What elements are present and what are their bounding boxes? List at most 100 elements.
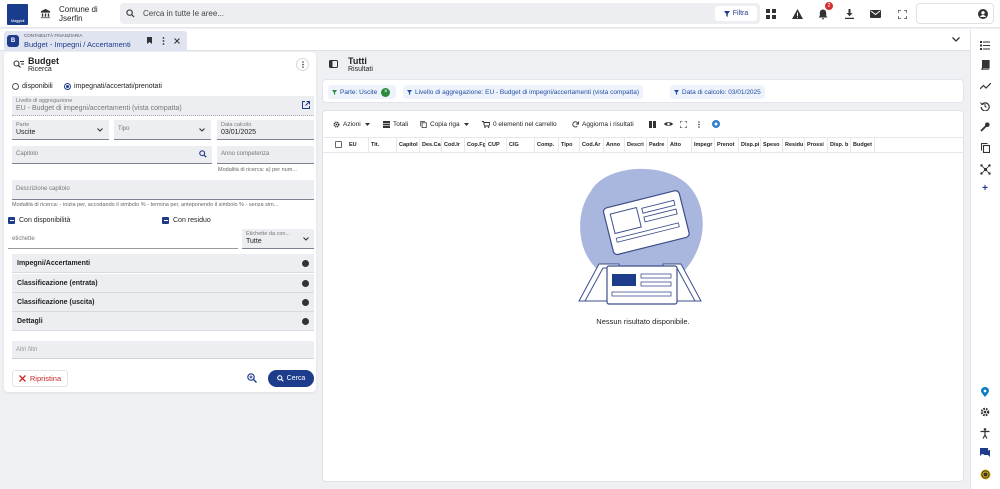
radio-impegnati[interactable]: impegnati/accertati/prenotati xyxy=(64,83,162,90)
chip-livello-aggregazione[interactable]: Livello di aggregazione: EU - Budget di … xyxy=(403,85,644,99)
column-header-descri[interactable]: Descri xyxy=(625,137,647,153)
column-header-tit[interactable]: Tit. xyxy=(369,137,397,153)
copy-icon[interactable] xyxy=(978,141,992,155)
accessibility-icon[interactable] xyxy=(978,426,992,440)
trend-chart-icon[interactable] xyxy=(978,79,992,93)
column-header-capitol[interactable]: Capitol xyxy=(397,137,420,153)
column-header-budget[interactable]: Budget xyxy=(851,137,875,153)
warning-icon[interactable] xyxy=(789,6,805,22)
search-submit-button[interactable]: Cerca xyxy=(268,370,314,387)
descrizione-capitolo-field[interactable]: Descrizione capitolo xyxy=(12,180,314,200)
column-header-cig[interactable]: CIG xyxy=(507,137,535,153)
column-header-comp[interactable]: Comp. xyxy=(535,137,559,153)
etichette-con-label: Etichette da con... xyxy=(246,231,291,237)
tipo-select[interactable]: Tipo xyxy=(114,120,211,140)
column-header-disp-b[interactable]: Disp. b xyxy=(828,137,851,153)
close-tab-icon[interactable] xyxy=(174,38,180,44)
column-header-eu[interactable]: EU xyxy=(347,137,369,153)
checkbox-con-disponibilita[interactable]: Con disponibilità xyxy=(8,217,70,224)
chip-parte[interactable]: Parte: Uscite × xyxy=(328,85,396,99)
expand-icon[interactable] xyxy=(680,118,687,130)
column-header-cop-fg[interactable]: Cop.Fg xyxy=(465,137,486,153)
user-menu[interactable] xyxy=(916,3,994,24)
accordion-classificazione-entrata[interactable]: Classificazione (entrata) xyxy=(12,274,314,293)
accordion-dettagli[interactable]: Dettagli xyxy=(12,312,314,331)
global-search[interactable]: Cerca in tutte le aree... Filtra xyxy=(120,3,760,24)
collapse-chevron-icon[interactable] xyxy=(952,37,960,42)
panel-menu-button[interactable] xyxy=(296,58,309,71)
book-icon[interactable] xyxy=(978,58,992,72)
maggioli-logo[interactable]: Maggioli xyxy=(7,4,28,25)
columns-icon[interactable] xyxy=(649,118,656,130)
column-header-prenot[interactable]: Prenot xyxy=(715,137,739,153)
column-header-speso[interactable]: Speso xyxy=(761,137,783,153)
chat-icon[interactable] xyxy=(978,446,992,460)
mail-icon[interactable] xyxy=(867,6,883,22)
help-circle-icon[interactable] xyxy=(712,118,720,130)
column-header-padre[interactable]: Padre xyxy=(647,137,668,153)
settings-gear-icon[interactable] xyxy=(978,405,992,419)
etichette-field[interactable]: etichette xyxy=(8,229,238,249)
cart-icon xyxy=(482,120,490,128)
results-header: Tutti Risultati xyxy=(322,52,964,76)
tab-budget-impegni[interactable]: B CONTABILITÀ FINANZIARIA Budget - Impeg… xyxy=(4,31,187,51)
toggle-sidebar-icon[interactable] xyxy=(329,60,338,68)
hub-icon[interactable] xyxy=(978,162,992,176)
data-calcolo-field[interactable]: Data calcolo 03/01/2025 xyxy=(217,120,314,140)
history-icon[interactable] xyxy=(978,99,992,113)
entity-name[interactable]: Comune di Jserfin xyxy=(59,5,98,23)
search-manage-icon xyxy=(13,60,24,69)
fullscreen-icon[interactable] xyxy=(894,6,910,22)
capitolo-field[interactable]: Capitolo xyxy=(12,146,212,164)
radio-disponibili[interactable]: disponibili xyxy=(12,83,53,90)
anno-competenza-field[interactable]: Anno competenza xyxy=(217,146,314,164)
column-header-anno[interactable]: Anno xyxy=(604,137,625,153)
notifications-bell-icon[interactable]: 2 xyxy=(815,2,833,22)
checkbox-con-residuo[interactable]: Con residuo xyxy=(162,217,211,224)
column-header-prossi[interactable]: Prossi xyxy=(805,137,828,153)
column-header-disp-pi[interactable]: Disp.pi xyxy=(739,137,761,153)
column-header-residu[interactable]: Residu xyxy=(783,137,805,153)
column-header-atto[interactable]: Atto xyxy=(668,137,692,153)
more-vert-icon[interactable] xyxy=(698,118,700,130)
list-view-icon[interactable] xyxy=(978,38,992,52)
accordion-impegni-accertamenti[interactable]: Impegni/Accertamenti xyxy=(12,254,314,273)
visibility-eye-icon[interactable] xyxy=(664,118,673,130)
zoom-in-icon[interactable] xyxy=(247,373,257,383)
etichette-condizione-select[interactable]: Etichette da con... Tutte xyxy=(242,229,314,249)
column-header-cod-ir[interactable]: Cod.Ir xyxy=(442,137,465,153)
azioni-menu-button[interactable]: Azioni xyxy=(333,118,370,130)
tools-icon[interactable] xyxy=(978,120,992,134)
chip-remove-icon[interactable]: × xyxy=(381,87,391,97)
aggiorna-button[interactable]: Aggiorna i risultati xyxy=(572,118,634,130)
column-header-cup[interactable]: CUP xyxy=(486,137,507,153)
expand-dot-icon xyxy=(302,260,309,267)
column-header-cod-ar[interactable]: Cod.Ar xyxy=(580,137,604,153)
accordion-classificazione-uscita[interactable]: Classificazione (uscita) xyxy=(12,293,314,312)
close-icon xyxy=(18,375,26,382)
open-external-icon[interactable] xyxy=(302,101,310,109)
copia-riga-button[interactable]: Copia riga xyxy=(420,118,469,130)
column-header-tipo[interactable]: Tipo xyxy=(559,137,580,153)
select-all-checkbox[interactable] xyxy=(335,141,342,148)
column-header-des-ca[interactable]: Des.Ca xyxy=(420,137,442,153)
more-vert-icon[interactable] xyxy=(162,37,165,45)
chip-data-calcolo[interactable]: Data di calcolo: 03/01/2025 xyxy=(670,85,765,99)
add-icon[interactable]: + xyxy=(978,181,992,195)
location-pin-icon[interactable] xyxy=(978,385,992,399)
bookmark-icon[interactable] xyxy=(147,37,152,44)
altri-filtri-field[interactable]: Altri filtri xyxy=(12,341,314,359)
data-calcolo-value: 03/01/2025 xyxy=(221,129,257,136)
download-icon[interactable] xyxy=(841,6,857,22)
carrello-button[interactable]: 0 elementi nel carrello xyxy=(482,118,557,130)
column-header-impegr[interactable]: Impegr xyxy=(692,137,715,153)
search-icon[interactable] xyxy=(199,150,207,158)
totali-button[interactable]: Totali xyxy=(383,118,408,130)
support-icon[interactable] xyxy=(978,467,992,481)
filter-button[interactable]: Filtra xyxy=(715,6,757,21)
panel-subtitle: Ricerca xyxy=(28,66,52,73)
reset-button[interactable]: Ripristina xyxy=(12,370,68,387)
parte-select[interactable]: Parte Uscite xyxy=(12,120,109,140)
apps-grid-icon[interactable] xyxy=(763,6,779,22)
entity-line1: Comune di xyxy=(59,5,98,14)
